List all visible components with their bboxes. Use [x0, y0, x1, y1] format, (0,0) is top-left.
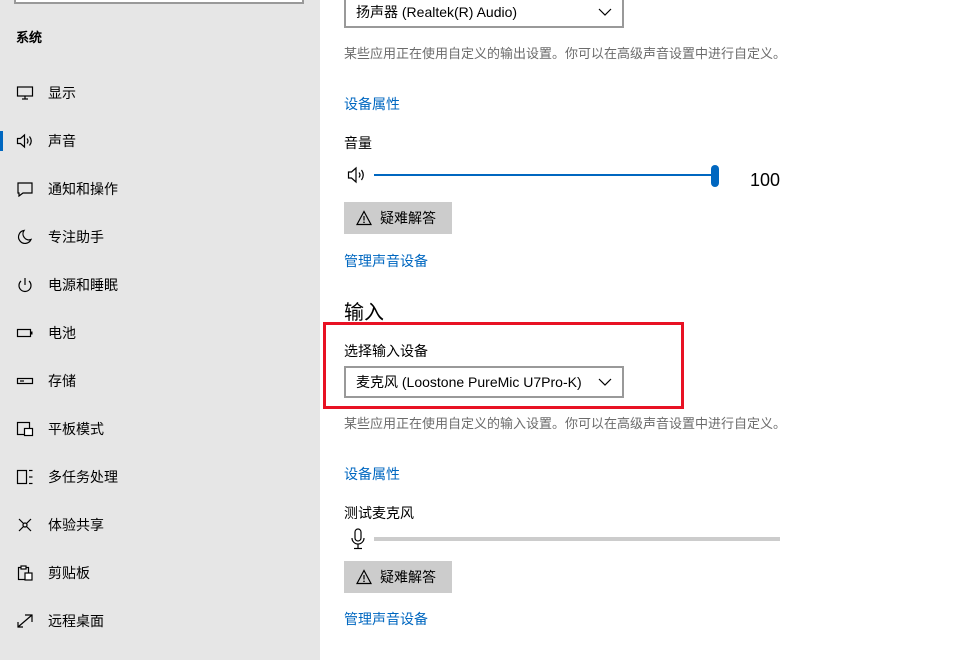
sidebar-item-label: 声音	[48, 133, 76, 149]
storage-icon	[16, 372, 34, 390]
battery-icon	[16, 324, 34, 342]
sidebar-item-label: 专注助手	[48, 229, 104, 245]
volume-label: 音量	[344, 135, 372, 151]
sidebar-item-battery[interactable]: 电池	[0, 313, 320, 353]
sidebar-item-notifications[interactable]: 通知和操作	[0, 169, 320, 209]
sidebar-item-label: 电源和睡眠	[48, 277, 118, 293]
output-troubleshoot-button[interactable]: 疑难解答	[344, 202, 452, 234]
volume-speaker-icon[interactable]	[347, 166, 369, 184]
sidebar-item-tablet-mode[interactable]: 平板模式	[0, 409, 320, 449]
sidebar-item-shared-experiences[interactable]: 体验共享	[0, 505, 320, 545]
input-troubleshoot-button[interactable]: 疑难解答	[344, 561, 452, 593]
sidebar-item-label: 显示	[48, 85, 76, 101]
share-icon	[16, 516, 34, 534]
sidebar-item-focus-assist[interactable]: 专注助手	[0, 217, 320, 257]
sidebar-item-label: 远程桌面	[48, 613, 104, 629]
sidebar-item-label: 剪贴板	[48, 565, 90, 581]
sidebar-item-clipboard[interactable]: 剪贴板	[0, 553, 320, 593]
remote-desktop-icon	[16, 612, 34, 630]
speaker-icon	[16, 132, 34, 150]
test-microphone-label: 测试麦克风	[344, 505, 414, 521]
input-select-label: 选择输入设备	[344, 343, 428, 359]
sidebar-section-title: 系统	[16, 30, 43, 45]
sidebar-item-label: 多任务处理	[48, 469, 118, 485]
input-device-value: 麦克风 (Loostone PureMic U7Pro-K)	[356, 374, 582, 390]
input-device-dropdown[interactable]: 麦克风 (Loostone PureMic U7Pro-K)	[344, 366, 624, 398]
notification-icon	[16, 180, 34, 198]
sidebar-item-power[interactable]: 电源和睡眠	[0, 265, 320, 305]
input-heading: 输入	[344, 302, 384, 324]
volume-slider-fill	[374, 174, 711, 176]
microphone-icon	[351, 528, 365, 550]
clipboard-icon	[16, 564, 34, 582]
search-box[interactable]	[14, 0, 304, 4]
multitask-icon	[16, 468, 34, 486]
mic-level-meter	[374, 537, 780, 541]
volume-slider-thumb[interactable]	[711, 165, 719, 187]
monitor-icon	[16, 84, 34, 102]
volume-value: 100	[750, 170, 781, 190]
volume-slider[interactable]	[374, 165, 719, 187]
output-device-dropdown[interactable]: 扬声器 (Realtek(R) Audio)	[344, 0, 624, 28]
input-description: 某些应用正在使用自定义的输入设置。你可以在高级声音设置中进行自定义。	[344, 416, 787, 431]
warning-icon	[356, 210, 372, 226]
sidebar-item-label: 存储	[48, 373, 76, 389]
output-device-properties-link[interactable]: 设备属性	[344, 94, 400, 114]
troubleshoot-label: 疑难解答	[380, 569, 436, 585]
tablet-icon	[16, 420, 34, 438]
output-description: 某些应用正在使用自定义的输出设置。你可以在高级声音设置中进行自定义。	[344, 46, 787, 61]
sidebar-item-sound[interactable]: 声音	[0, 121, 320, 161]
sidebar-item-label: 体验共享	[48, 517, 104, 533]
chevron-down-icon	[598, 378, 612, 386]
input-device-properties-link[interactable]: 设备属性	[344, 464, 400, 484]
output-device-value: 扬声器 (Realtek(R) Audio)	[356, 4, 518, 20]
main-content: 扬声器 (Realtek(R) Audio) 某些应用正在使用自定义的输出设置。…	[320, 0, 960, 660]
sidebar: 系统 显示 声音 通知和操作 专注助手 电源和睡眠 电池 存储 平板模式 多任务…	[0, 0, 320, 660]
sidebar-item-label: 电池	[48, 325, 76, 341]
chevron-down-icon	[598, 8, 612, 16]
sidebar-item-remote-desktop[interactable]: 远程桌面	[0, 601, 320, 641]
sidebar-item-multitasking[interactable]: 多任务处理	[0, 457, 320, 497]
troubleshoot-label: 疑难解答	[380, 210, 436, 226]
warning-icon	[356, 569, 372, 585]
input-manage-devices-link[interactable]: 管理声音设备	[344, 609, 428, 629]
moon-icon	[16, 228, 34, 246]
sidebar-item-storage[interactable]: 存储	[0, 361, 320, 401]
sidebar-item-display[interactable]: 显示	[0, 73, 320, 113]
sidebar-item-label: 通知和操作	[48, 181, 118, 197]
sidebar-item-label: 平板模式	[48, 421, 104, 437]
output-manage-devices-link[interactable]: 管理声音设备	[344, 251, 428, 271]
power-icon	[16, 276, 34, 294]
